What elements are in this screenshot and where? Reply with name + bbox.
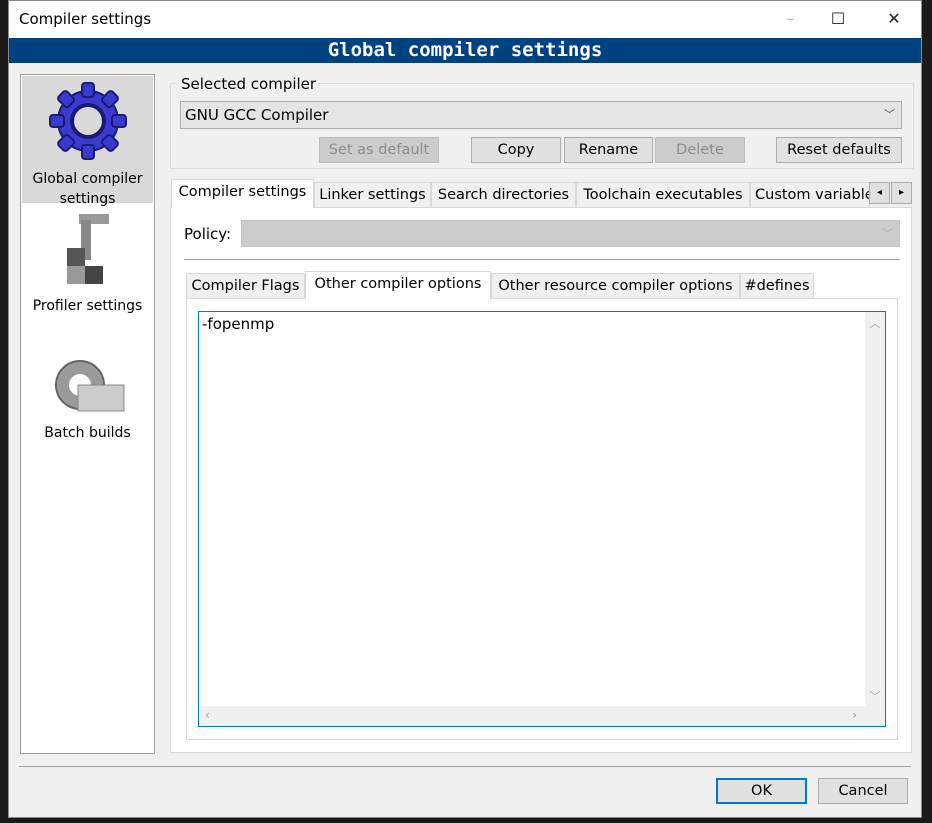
cancel-button[interactable]: Cancel <box>818 778 908 804</box>
separator <box>184 259 900 260</box>
maximize-button[interactable]: ☐ <box>815 5 861 33</box>
policy-select[interactable]: ﹀ <box>241 220 900 247</box>
sidebar-item-label: Batch builds <box>44 425 131 441</box>
sidebar-item-batch-builds[interactable]: Batch builds <box>22 355 153 450</box>
scroll-corner <box>865 706 885 726</box>
minimize-button[interactable]: – <box>767 5 813 33</box>
scroll-left-icon[interactable]: ‹ <box>205 708 210 722</box>
copy-button[interactable]: Copy <box>471 137 561 163</box>
title-bar: Compiler settings – ☐ ✕ <box>9 1 921 38</box>
gear-stack-icon <box>54 360 124 412</box>
editor-text: -fopenmp <box>202 315 275 333</box>
sidebar-item-profiler[interactable]: Profiler settings <box>22 210 153 320</box>
horizontal-scrollbar[interactable]: ‹ › <box>199 706 865 726</box>
scroll-down-icon[interactable]: ﹀ <box>865 688 885 704</box>
tab-other-resource-compiler-options[interactable]: Other resource compiler options <box>491 273 740 299</box>
window-title: Compiler settings <box>19 10 152 28</box>
tab-toolchain-executables[interactable]: Toolchain executables <box>576 182 750 208</box>
selected-compiler-label: Selected compiler <box>179 75 319 93</box>
settings-sidebar: Global compiler settings Profiler settin… <box>20 74 155 754</box>
ok-button[interactable]: OK <box>716 778 807 804</box>
blue-gear-icon <box>48 82 127 160</box>
delete-button[interactable]: Delete <box>655 137 745 163</box>
scroll-up-icon[interactable]: ︿ <box>865 315 885 331</box>
tab-other-compiler-options[interactable]: Other compiler options <box>305 271 491 300</box>
caliper-blocks-icon <box>66 214 109 284</box>
chevron-down-icon: ﹀ <box>882 227 893 240</box>
vertical-scrollbar[interactable]: ︿ ﹀ <box>865 312 885 706</box>
tab-linker-settings[interactable]: Linker settings <box>314 182 431 208</box>
footer-separator <box>19 766 911 767</box>
tab-scroll-right-button[interactable]: ▸ <box>891 182 912 204</box>
set-as-default-button[interactable]: Set as default <box>319 137 439 163</box>
rename-button[interactable]: Rename <box>564 137 653 163</box>
reset-defaults-button[interactable]: Reset defaults <box>776 137 902 163</box>
chevron-down-icon: ﹀ <box>884 108 895 121</box>
tab-search-directories[interactable]: Search directories <box>431 182 576 208</box>
scroll-right-icon[interactable]: › <box>852 708 857 722</box>
other-options-editor[interactable]: -fopenmp ︿ ﹀ ‹ › <box>198 311 886 727</box>
tab-compiler-flags[interactable]: Compiler Flags <box>186 273 305 299</box>
tab-defines[interactable]: #defines <box>740 273 814 299</box>
sidebar-item-label: Global compiler settings <box>32 171 143 207</box>
close-button[interactable]: ✕ <box>871 5 917 33</box>
sidebar-item-global-compiler[interactable]: Global compiler settings <box>22 76 153 207</box>
tab-compiler-settings[interactable]: Compiler settings <box>171 179 314 208</box>
tab-custom-variables[interactable]: Custom variables <box>750 182 870 208</box>
sidebar-item-label: Profiler settings <box>32 298 143 314</box>
policy-label: Policy: <box>184 225 232 243</box>
compiler-select-value: GNU GCC Compiler <box>185 106 329 124</box>
compiler-select[interactable]: GNU GCC Compiler ﹀ <box>180 101 902 129</box>
banner-title: Global compiler settings <box>9 38 921 63</box>
compiler-settings-dialog: Compiler settings – ☐ ✕ Global compiler … <box>8 0 922 818</box>
tab-scroll-left-button[interactable]: ◂ <box>869 182 890 204</box>
